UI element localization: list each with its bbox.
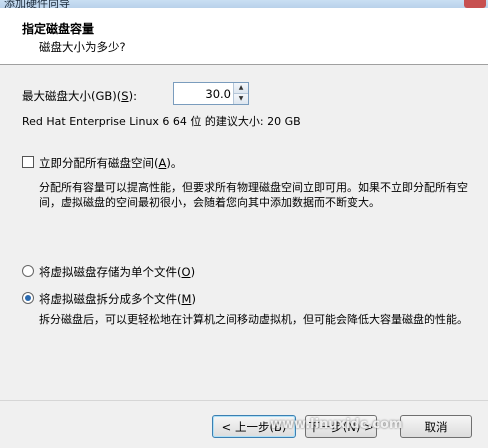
wizard-body: 最大磁盘大小(GB)(S): 30.0 ▲ ▼ Red Hat Enterpri…	[0, 65, 488, 400]
allocate-now-label[interactable]: 立即分配所有磁盘空间(A)。	[39, 155, 182, 171]
page-subtitle: 磁盘大小为多少?	[39, 40, 126, 54]
allocate-description: 分配所有容量可以提高性能，但要求所有物理磁盘空间立即可用。如果不立即分配所有空间…	[39, 181, 468, 209]
spin-up-icon[interactable]: ▲	[234, 83, 248, 93]
disk-size-label: 最大磁盘大小(GB)(S):	[22, 89, 137, 103]
page-title: 指定磁盘容量	[22, 22, 95, 36]
disk-size-input[interactable]: 30.0	[205, 87, 231, 101]
title-bar: 添加硬件向导	[0, 0, 488, 8]
single-file-radio[interactable]	[22, 265, 34, 277]
cancel-button[interactable]: 取消	[400, 415, 472, 438]
multi-file-description: 拆分磁盘后，可以更轻松地在计算机之间移动虚拟机，但可能会降低大容量磁盘的性能。	[39, 313, 468, 326]
recommended-size-text: Red Hat Enterprise Linux 6 64 位 的建议大小: 2…	[22, 115, 301, 128]
wizard-header: 指定磁盘容量 磁盘大小为多少?	[0, 8, 488, 65]
spin-down-icon[interactable]: ▼	[234, 93, 248, 104]
multi-file-label[interactable]: 将虚拟磁盘拆分成多个文件(M)	[39, 291, 196, 307]
single-file-label[interactable]: 将虚拟磁盘存储为单个文件(O)	[39, 264, 195, 280]
wizard-footer: < 上一步(B) 下一步(N) > 取消	[0, 400, 488, 448]
window-title: 添加硬件向导	[4, 0, 70, 8]
allocate-now-checkbox[interactable]	[22, 156, 34, 168]
disk-size-spinner[interactable]: 30.0 ▲ ▼	[173, 82, 249, 105]
multi-file-radio[interactable]	[22, 292, 34, 304]
close-icon[interactable]	[464, 0, 486, 8]
watermark: www.linuxidc.com	[270, 417, 403, 432]
